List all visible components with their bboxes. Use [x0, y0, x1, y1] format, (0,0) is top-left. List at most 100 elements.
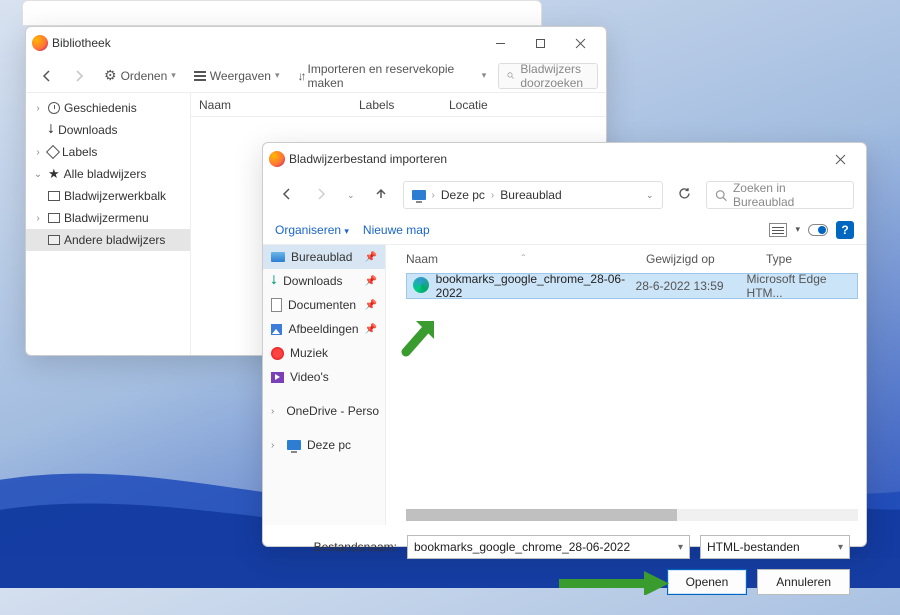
organize-menu[interactable]: ⚙Ordenen▾	[98, 63, 182, 88]
col-location[interactable]: Locatie	[441, 98, 561, 112]
col-type[interactable]: Type	[766, 252, 866, 266]
filetype-filter[interactable]: HTML-bestanden	[700, 535, 850, 559]
new-folder-button[interactable]: Nieuwe map	[363, 223, 430, 237]
dialog-search-input[interactable]: Zoeken in Bureaublad	[706, 181, 854, 209]
desktop-icon	[271, 252, 285, 262]
view-mode-button[interactable]	[769, 223, 787, 237]
library-toolbar: ⚙Ordenen▾ Weergaven▾ ↓↑Importeren en res…	[26, 59, 606, 93]
background-window	[22, 0, 542, 26]
nav-up-button[interactable]	[369, 184, 393, 207]
folder-icon	[48, 235, 60, 245]
video-icon	[271, 372, 284, 383]
cancel-label: Annuleren	[776, 575, 831, 589]
organize-label: Ordenen	[121, 69, 168, 83]
col-labels[interactable]: Labels	[351, 98, 441, 112]
nav-back-button[interactable]	[275, 184, 299, 207]
tree-labels[interactable]: ›Labels	[26, 141, 190, 163]
tree-history[interactable]: ›Geschiedenis	[26, 97, 190, 119]
file-modified: 28-6-2022 13:59	[636, 279, 747, 293]
firefox-icon	[269, 151, 285, 167]
history-icon	[48, 102, 60, 114]
pc-label: Deze pc	[307, 438, 351, 452]
nav-forward-button[interactable]	[309, 184, 333, 207]
breadcrumb[interactable]: › Deze pc › Bureaublad ⌄	[403, 181, 663, 209]
search-icon	[507, 69, 514, 82]
col-modified[interactable]: Gewijzigd op	[646, 252, 766, 266]
maximize-button[interactable]	[520, 29, 560, 57]
horizontal-scrollbar[interactable]	[406, 509, 858, 521]
filename-input[interactable]: bookmarks_google_chrome_28-06-2022	[407, 535, 690, 559]
pc-icon	[412, 190, 426, 200]
pin-icon: 📌	[365, 252, 377, 263]
tree-documents[interactable]: Documenten 📌	[263, 293, 385, 317]
breadcrumb-pc[interactable]: Deze pc	[441, 188, 485, 202]
import-export-icon: ↓↑	[297, 69, 303, 83]
tree-downloads[interactable]: ⭣ Downloads	[26, 119, 190, 141]
preview-toggle[interactable]	[808, 224, 828, 236]
annotation-arrow-icon	[559, 571, 669, 595]
tree-downloads[interactable]: ⭣Downloads📌	[263, 269, 385, 293]
minimize-button[interactable]	[480, 29, 520, 57]
pin-icon: 📌	[365, 300, 377, 311]
toolbar-folder-label: Bladwijzerwerkbalk	[64, 189, 166, 203]
tree-videos[interactable]: Video's	[263, 365, 385, 389]
search-icon	[715, 189, 727, 202]
nav-recent-button[interactable]: ⌄	[343, 188, 359, 203]
dialog-search-placeholder: Zoeken in Bureaublad	[733, 181, 845, 209]
tree-bookmark-menu[interactable]: ›Bladwijzermenu	[26, 207, 190, 229]
dialog-title: Bladwijzerbestand importeren	[289, 152, 447, 166]
star-icon: ★	[48, 166, 60, 182]
tree-onedrive[interactable]: ›OneDrive - Perso	[263, 399, 385, 423]
gear-icon: ⚙	[104, 67, 117, 84]
import-label: Importeren en reservekopie maken	[307, 62, 477, 90]
tree-pictures[interactable]: Afbeeldingen📌	[263, 317, 385, 341]
filename-value: bookmarks_google_chrome_28-06-2022	[414, 540, 630, 554]
folder-icon	[48, 191, 60, 201]
cancel-button[interactable]: Annuleren	[757, 569, 850, 595]
organize-menu[interactable]: Organiseren ▾	[275, 223, 349, 237]
dialog-command-toolbar: Organiseren ▾ Nieuwe map ▾ ?	[263, 215, 866, 245]
desktop-label: Bureaublad	[291, 250, 352, 264]
forward-button[interactable]	[66, 65, 92, 87]
views-label: Weergaven	[210, 69, 271, 83]
download-icon: ⭣	[48, 121, 54, 137]
search-placeholder: Bladwijzers doorzoeken	[520, 62, 589, 90]
close-button[interactable]	[820, 145, 860, 173]
views-menu[interactable]: Weergaven▾	[188, 65, 286, 87]
tag-icon	[46, 145, 60, 159]
downloads-label: Downloads	[58, 123, 117, 137]
tree-all-bookmarks[interactable]: ⌄★Alle bladwijzers	[26, 163, 190, 185]
refresh-button[interactable]	[673, 182, 696, 208]
tree-music[interactable]: Muziek	[263, 341, 385, 365]
pc-icon	[287, 440, 301, 450]
document-icon	[271, 298, 282, 312]
help-button[interactable]: ?	[836, 221, 854, 239]
menu-folder-label: Bladwijzermenu	[64, 211, 149, 225]
list-icon	[194, 71, 206, 81]
history-label: Geschiedenis	[64, 101, 137, 115]
music-icon	[271, 347, 284, 360]
file-list: Naam ˆ Gewijzigd op Type bookmarks_googl…	[386, 245, 866, 525]
download-icon: ⭣	[271, 272, 277, 288]
col-name[interactable]: Naam	[191, 98, 351, 112]
import-menu[interactable]: ↓↑Importeren en reservekopie maken▾	[291, 58, 492, 94]
doc-label: Documenten	[288, 298, 356, 312]
tree-this-pc[interactable]: ›Deze pc	[263, 433, 385, 457]
breadcrumb-desktop[interactable]: Bureaublad	[500, 188, 561, 202]
search-input[interactable]: Bladwijzers doorzoeken	[498, 63, 598, 89]
all-bookmarks-label: Alle bladwijzers	[64, 167, 147, 181]
library-tree: ›Geschiedenis ⭣Downloads ›Labels ⌄★Alle …	[26, 93, 191, 355]
tree-desktop[interactable]: Bureaublad 📌	[263, 245, 385, 269]
tree-bookmark-toolbar[interactable]: Bladwijzerwerkbalk	[26, 185, 190, 207]
scrollbar-thumb[interactable]	[406, 509, 677, 521]
firefox-icon	[32, 35, 48, 51]
file-row[interactable]: bookmarks_google_chrome_28-06-2022 28-6-…	[406, 273, 858, 299]
file-type: Microsoft Edge HTM...	[747, 272, 857, 300]
col-name[interactable]: Naam ˆ	[406, 252, 646, 266]
back-button[interactable]	[34, 65, 60, 87]
library-titlebar: Bibliotheek	[26, 27, 606, 59]
close-button[interactable]	[560, 29, 600, 57]
edge-html-icon	[413, 277, 429, 293]
tree-other-bookmarks[interactable]: Andere bladwijzers	[26, 229, 190, 251]
open-button[interactable]: Openen	[667, 569, 748, 595]
